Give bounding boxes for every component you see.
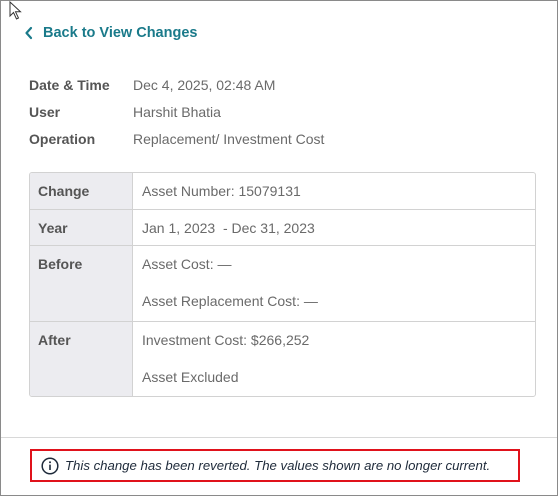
value-line: Asset Cost: — [142, 256, 232, 272]
back-to-view-changes-link[interactable]: Back to View Changes [23, 25, 197, 41]
row-value: Jan 1, 2023 - Dec 31, 2023 [133, 210, 535, 245]
meta-value: Replacement/ Investment Cost [133, 130, 325, 147]
table-row-after: After Investment Cost: $266,252 Asset Ex… [30, 322, 535, 396]
row-value: Asset Number: 15079131 [133, 173, 535, 209]
row-value: Asset Cost: — Asset Replacement Cost: — [133, 246, 535, 321]
table-row-before: Before Asset Cost: — Asset Replacement C… [30, 246, 535, 322]
table-row-change: Change Asset Number: 15079131 [30, 173, 535, 210]
meta-label: Date & Time [29, 76, 110, 93]
row-label: Before [30, 246, 133, 321]
value-line: Investment Cost: $266,252 [142, 332, 310, 348]
meta-value: Harshit Bhatia [133, 103, 221, 120]
back-link-label: Back to View Changes [43, 25, 198, 41]
row-label: Year [30, 210, 133, 245]
info-icon [41, 456, 59, 475]
value-line: Jan 1, 2023 - Dec 31, 2023 [142, 220, 315, 236]
meta-label: Operation [29, 130, 96, 147]
value-line: Asset Replacement Cost: — [142, 293, 318, 309]
reverted-notice-text: This change has been reverted. The value… [65, 458, 491, 473]
mouse-cursor-icon [9, 1, 22, 20]
meta-row-user: User Harshit Bhatia [29, 98, 324, 125]
value-line: Asset Number: 15079131 [142, 183, 301, 199]
row-value: Investment Cost: $266,252 Asset Excluded [133, 322, 535, 396]
meta-label: User [29, 103, 61, 120]
row-label: After [30, 322, 133, 396]
value-line: Asset Excluded [142, 369, 239, 385]
reverted-notice: This change has been reverted. The value… [30, 449, 520, 482]
change-details-table: Change Asset Number: 15079131 Year Jan 1… [29, 172, 536, 397]
row-label: Change [30, 173, 133, 209]
chevron-left-icon [25, 26, 33, 40]
footer-divider [1, 437, 557, 438]
table-row-year: Year Jan 1, 2023 - Dec 31, 2023 [30, 210, 535, 246]
change-detail-panel: Back to View Changes Date & Time Dec 4, … [0, 0, 558, 496]
meta-row-date-time: Date & Time Dec 4, 2025, 02:48 AM [29, 71, 324, 98]
change-metadata: Date & Time Dec 4, 2025, 02:48 AM User H… [29, 71, 324, 152]
meta-row-operation: Operation Replacement/ Investment Cost [29, 125, 324, 152]
meta-value: Dec 4, 2025, 02:48 AM [133, 76, 276, 93]
